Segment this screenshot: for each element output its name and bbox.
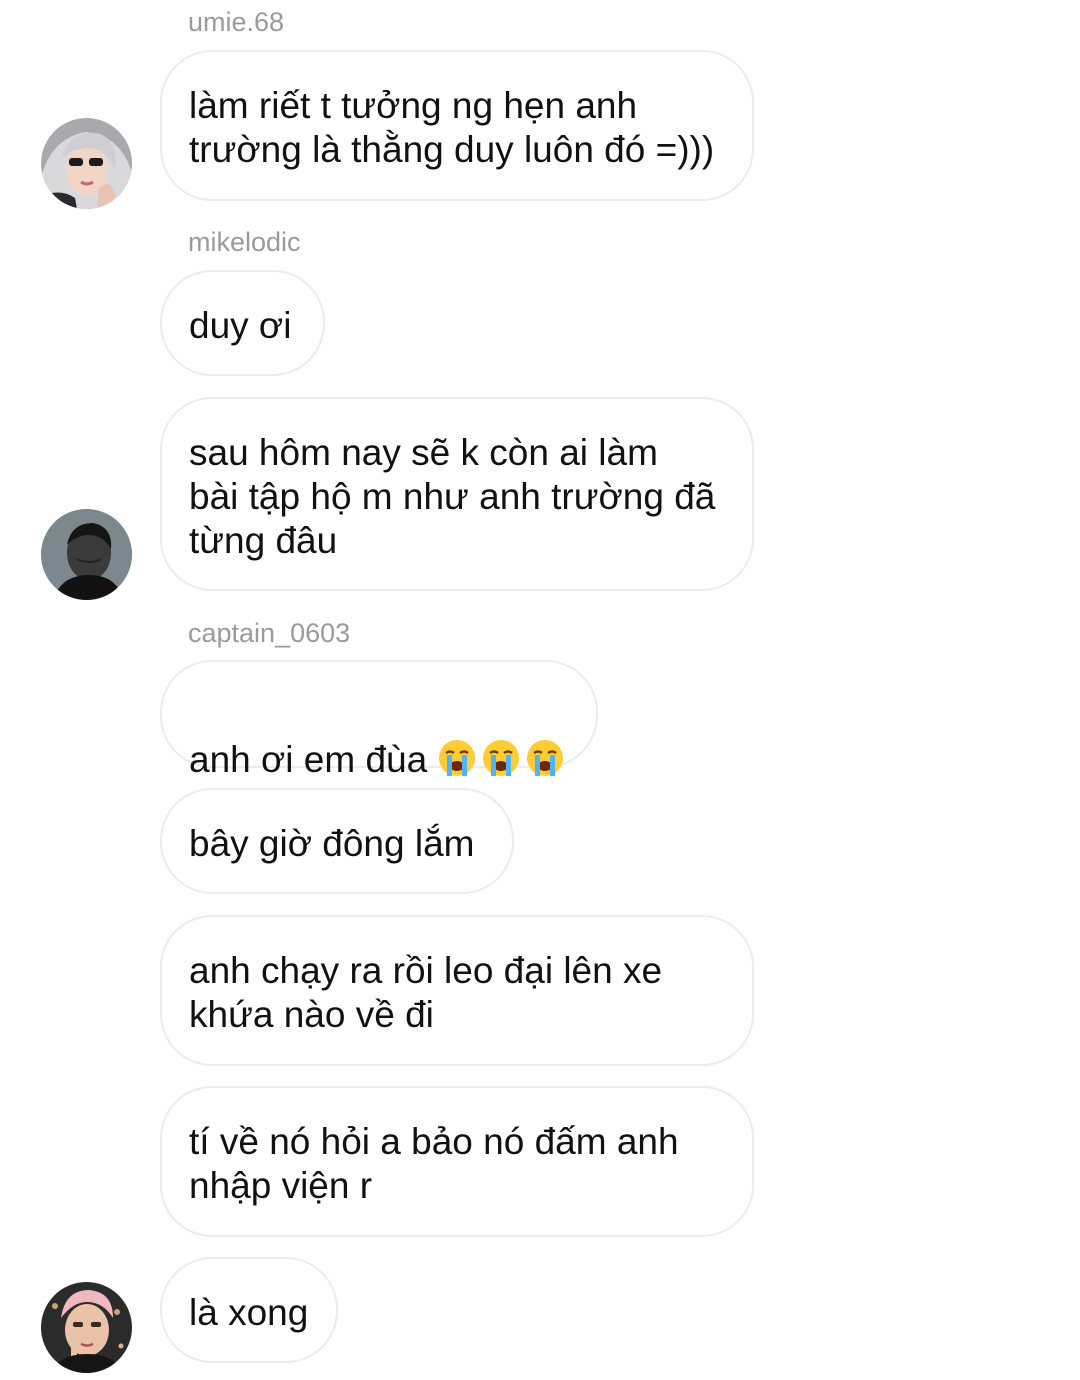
loudly-crying-face-icon xyxy=(437,738,477,778)
message-bubble[interactable]: anh ơi em đùa xyxy=(160,660,598,780)
emoji-group xyxy=(433,738,565,788)
message-bubble[interactable]: tí về nó hỏi a bảo nó đấm anh nhập viện … xyxy=(160,1086,754,1237)
message-text: anh ơi em đùa xyxy=(189,739,428,780)
message-bubble[interactable]: bây giờ đông lắm xyxy=(160,788,514,894)
message-bubble[interactable]: anh chạy ra rồi leo đại lên xe khứa nào … xyxy=(160,915,754,1066)
avatar-umie-image xyxy=(41,118,132,209)
avatar-mikelodic-image xyxy=(41,509,132,600)
sender-name-mikelodic: mikelodic xyxy=(188,227,301,257)
avatar-captain-image xyxy=(41,1282,132,1373)
loudly-crying-face-icon xyxy=(525,738,565,778)
sender-name-umie: umie.68 xyxy=(188,7,285,37)
loudly-crying-face-icon xyxy=(481,738,521,778)
avatar-captain[interactable] xyxy=(41,1282,132,1373)
avatar-umie[interactable] xyxy=(41,118,132,209)
message-bubble[interactable]: là xong xyxy=(160,1257,338,1363)
avatar-mikelodic[interactable] xyxy=(41,509,132,600)
message-thread: umie.68 làm riết t tưởng ng hẹn anh trườ… xyxy=(0,0,1080,1380)
message-bubble[interactable]: sau hôm nay sẽ k còn ai làm bài tập hộ m… xyxy=(160,397,754,591)
sender-name-captain: captain_0603 xyxy=(188,618,351,648)
message-bubble[interactable]: làm riết t tưởng ng hẹn anh trường là th… xyxy=(160,50,754,201)
message-bubble[interactable]: duy ơi xyxy=(160,270,325,376)
